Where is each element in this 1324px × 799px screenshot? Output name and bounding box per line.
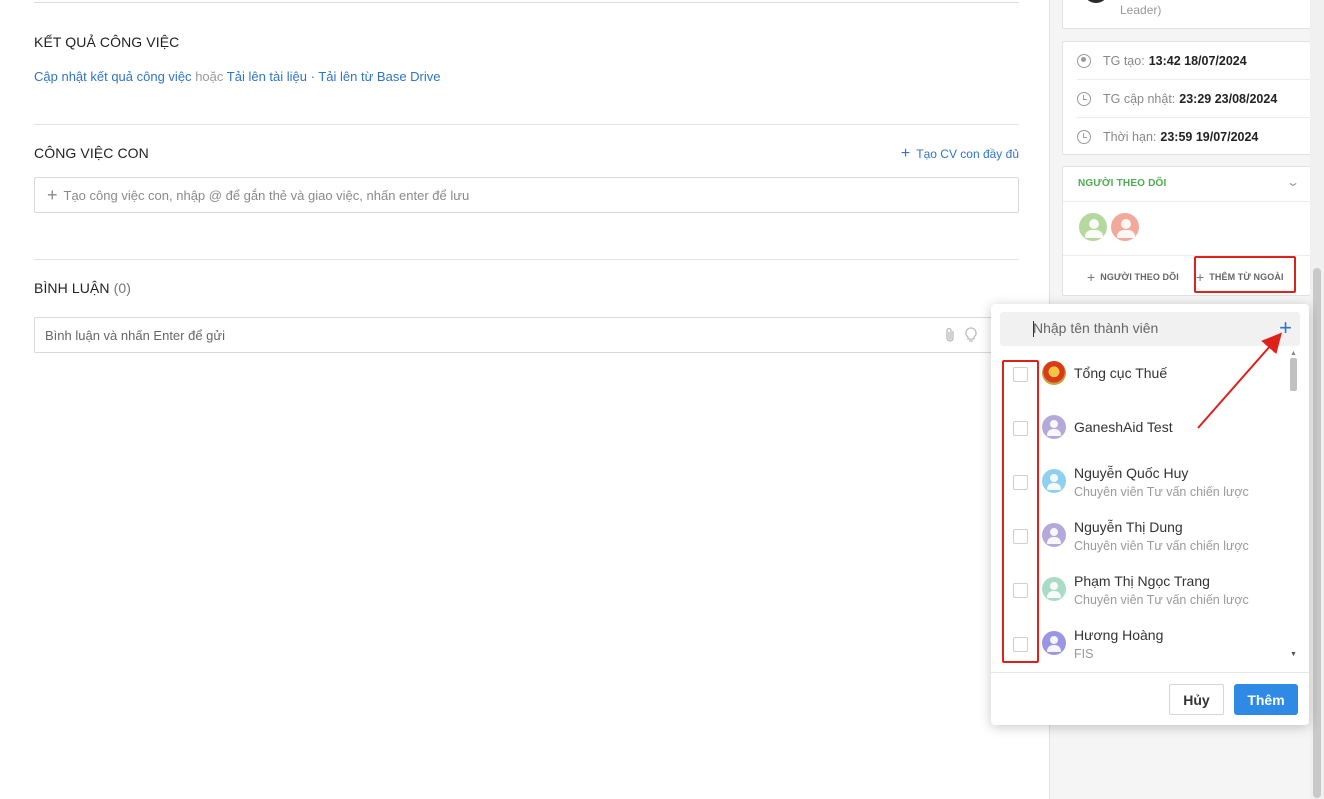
created-time-label: TG tạo: xyxy=(1103,53,1145,68)
assignee-role: Leader) xyxy=(1120,3,1162,17)
member-name: GaneshAid Test xyxy=(1074,419,1173,435)
member-list-scrollbar[interactable]: ▲ ▼ xyxy=(1289,350,1299,658)
organization-emblem-icon xyxy=(1042,361,1066,385)
plus-icon: + xyxy=(1087,269,1096,285)
plus-icon: + xyxy=(900,145,911,162)
comments-section-title: BÌNH LUẬN (0) xyxy=(34,280,131,296)
comment-input[interactable]: Bình luận và nhấn Enter để gửi xyxy=(34,317,1019,353)
add-follower-label: NGƯỜI THEO DÕI xyxy=(1100,272,1179,282)
result-section-title: KẾT QUẢ CÔNG VIỆC xyxy=(34,34,180,50)
highlight-add-external xyxy=(1194,256,1296,293)
updated-time-label: TG cập nhật: xyxy=(1103,91,1176,106)
updated-time-row: TG cập nhật: 23:29 23/08/2024 xyxy=(1077,80,1311,118)
member-name: Phạm Thị Ngọc Trang xyxy=(1074,573,1210,589)
scrollbar-thumb[interactable] xyxy=(1313,268,1321,798)
member-role: Chuyên viên Tư vấn chiến lược xyxy=(1074,539,1249,553)
cancel-button[interactable]: Hủy xyxy=(1169,684,1224,715)
avatar xyxy=(1042,523,1066,547)
scrollbar-thumb[interactable] xyxy=(1290,358,1297,391)
comments-count: (0) xyxy=(113,280,132,296)
time-info-card: TG tạo: 13:42 18/07/2024 TG cập nhật: 23… xyxy=(1062,41,1311,155)
add-plus-icon[interactable]: + xyxy=(1279,315,1292,341)
avatar xyxy=(1042,415,1066,439)
create-full-subtask-link[interactable]: + Tạo CV con đầy đủ xyxy=(900,145,1019,162)
avatar xyxy=(1042,469,1066,493)
followers-title: NGƯỜI THEO DÕI xyxy=(1078,178,1167,189)
created-time-value: 13:42 18/07/2024 xyxy=(1148,53,1247,68)
member-name: Nguyễn Thị Dung xyxy=(1074,519,1183,535)
add-follower-button[interactable]: + NGƯỜI THEO DÕI xyxy=(1087,269,1179,285)
assignee-card: Leader) xyxy=(1062,0,1311,29)
result-links: Cập nhật kết quả công việc hoặc Tải lên … xyxy=(34,69,441,84)
member-role: FIS xyxy=(1074,647,1094,660)
deadline-label: Thời hạn: xyxy=(1103,130,1157,144)
follower-avatar[interactable] xyxy=(1077,211,1109,243)
divider xyxy=(991,672,1309,673)
top-divider xyxy=(34,2,1019,3)
comment-tools xyxy=(944,327,978,347)
upload-document-link[interactable]: Tải lên tài liệu xyxy=(227,69,307,84)
user-circle-icon xyxy=(1077,53,1091,68)
member-name: Hương Hoàng xyxy=(1074,627,1164,643)
section-divider xyxy=(34,124,1019,125)
avatar xyxy=(1042,577,1066,601)
section-divider xyxy=(34,259,1019,260)
subtask-input-placeholder: Tạo công việc con, nhập @ để gắn thẻ và … xyxy=(63,187,470,203)
member-name: Tổng cục Thuế xyxy=(1074,365,1168,381)
clock-icon xyxy=(1077,130,1091,144)
scroll-down-icon[interactable]: ▼ xyxy=(1290,651,1297,658)
lightbulb-icon[interactable] xyxy=(964,327,978,347)
link-separator: · xyxy=(310,69,315,84)
chevron-down-icon[interactable]: ⌄ xyxy=(1286,175,1300,189)
comment-input-placeholder: Bình luận và nhấn Enter để gửi xyxy=(45,327,225,343)
add-button[interactable]: Thêm xyxy=(1234,684,1298,715)
or-text: hoặc xyxy=(195,69,224,84)
plus-icon: + xyxy=(47,185,58,205)
deadline-row: Thời hạn: 23:59 19/07/2024 xyxy=(1077,118,1311,156)
member-role: Chuyên viên Tư vấn chiến lược xyxy=(1074,593,1249,607)
subtask-input[interactable]: + Tạo công việc con, nhập @ để gắn thẻ v… xyxy=(34,177,1019,213)
member-search-input[interactable] xyxy=(1033,320,1263,336)
member-search-box: + xyxy=(1000,312,1300,346)
deadline-value: 23:59 19/07/2024 xyxy=(1160,130,1259,144)
clock-icon xyxy=(1077,91,1091,106)
scroll-up-icon[interactable]: ▲ xyxy=(1290,350,1297,357)
attachment-icon[interactable] xyxy=(944,327,956,347)
member-role: Chuyên viên Tư vấn chiến lược xyxy=(1074,485,1249,499)
update-result-link[interactable]: Cập nhật kết quả công việc xyxy=(34,69,192,84)
updated-time-value: 23:29 23/08/2024 xyxy=(1179,91,1278,106)
created-time-row: TG tạo: 13:42 18/07/2024 xyxy=(1077,42,1311,80)
member-name: Nguyễn Quốc Huy xyxy=(1074,465,1189,481)
create-full-subtask-label: Tạo CV con đầy đủ xyxy=(916,147,1019,161)
follower-avatar[interactable] xyxy=(1109,211,1141,243)
highlight-checkboxes xyxy=(1002,360,1039,663)
avatar xyxy=(1042,631,1066,655)
sidebar-scrollbar[interactable] xyxy=(1310,0,1324,799)
subtasks-section-title: CÔNG VIỆC CON xyxy=(34,145,149,161)
avatar xyxy=(1083,0,1109,3)
task-detail-main: KẾT QUẢ CÔNG VIỆC Cập nhật kết quả công … xyxy=(0,0,1049,799)
divider xyxy=(1063,201,1312,202)
upload-base-drive-link[interactable]: Tải lên từ Base Drive xyxy=(318,69,440,84)
comments-title: BÌNH LUẬN xyxy=(34,280,110,296)
